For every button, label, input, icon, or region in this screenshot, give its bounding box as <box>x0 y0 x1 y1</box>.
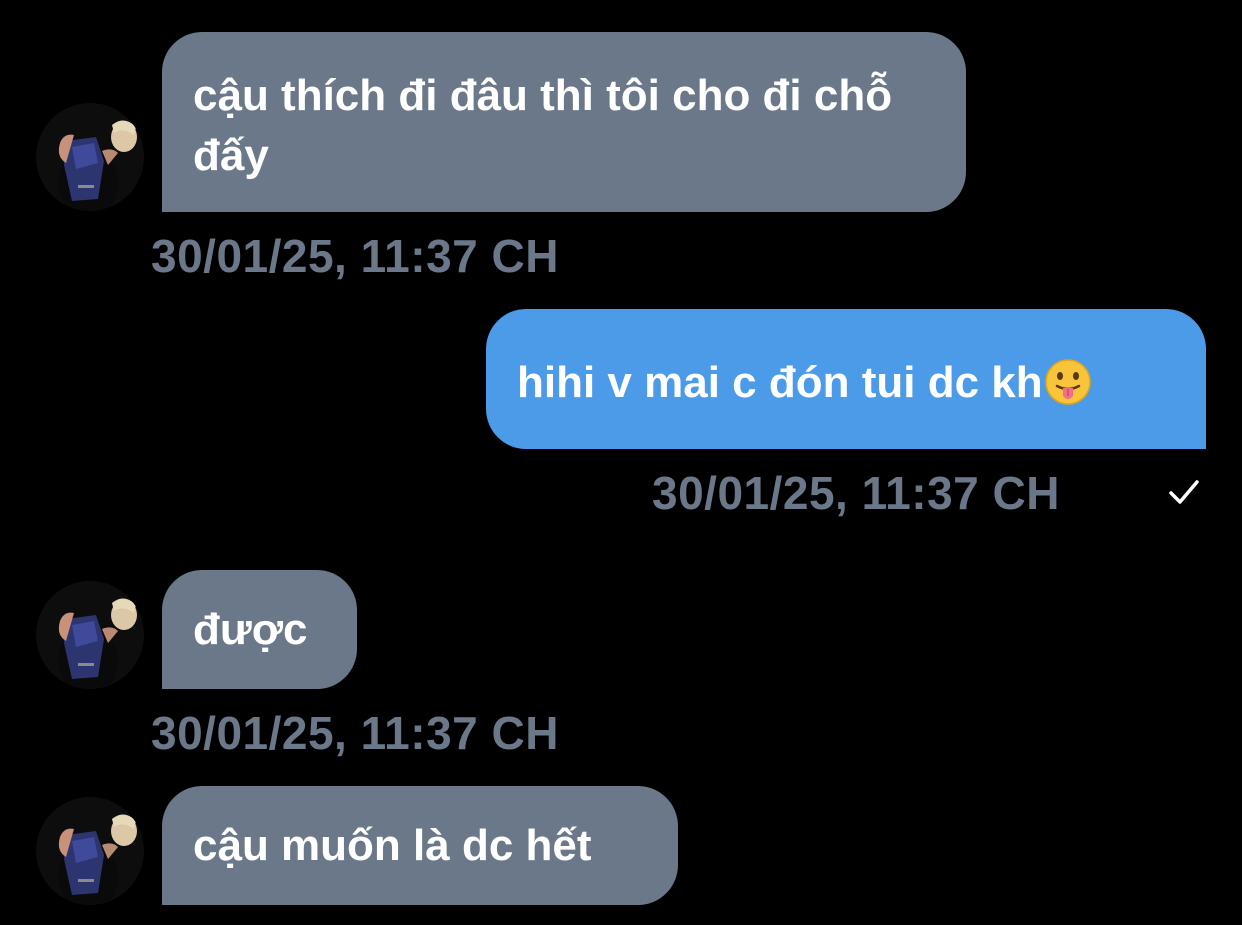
message-bubble-outgoing[interactable]: hihi v mai c đón tui dc kh <box>486 309 1206 449</box>
message-text: cậu thích đi đâu thì tôi cho đi chỗ đấy <box>193 71 893 180</box>
contact-avatar[interactable] <box>36 581 144 689</box>
message-text: hihi v mai c đón tui dc kh <box>517 358 1043 407</box>
message-bubble-incoming[interactable]: cậu muốn là dc hết <box>162 786 678 905</box>
chat-thread: cậu thích đi đâu thì tôi cho đi chỗ đấy … <box>0 0 1242 925</box>
contact-avatar[interactable] <box>36 103 144 211</box>
checkmark-icon <box>1166 474 1202 510</box>
previous-message-fragment <box>200 0 420 4</box>
message-bubble-incoming[interactable]: được <box>162 570 357 689</box>
contact-avatar[interactable] <box>36 797 144 905</box>
tongue-out-face-emoji-icon <box>1044 358 1092 406</box>
message-text: được <box>193 605 308 654</box>
message-timestamp: 30/01/25, 11:37 CH <box>652 467 1060 519</box>
message-text: cậu muốn là dc hết <box>193 821 592 870</box>
avatar-photo-icon <box>36 797 144 905</box>
avatar-photo-icon <box>36 103 144 211</box>
avatar-photo-icon <box>36 581 144 689</box>
message-timestamp: 30/01/25, 11:37 CH <box>151 707 559 759</box>
message-timestamp: 30/01/25, 11:37 CH <box>151 230 559 282</box>
message-bubble-incoming[interactable]: cậu thích đi đâu thì tôi cho đi chỗ đấy <box>162 32 966 212</box>
